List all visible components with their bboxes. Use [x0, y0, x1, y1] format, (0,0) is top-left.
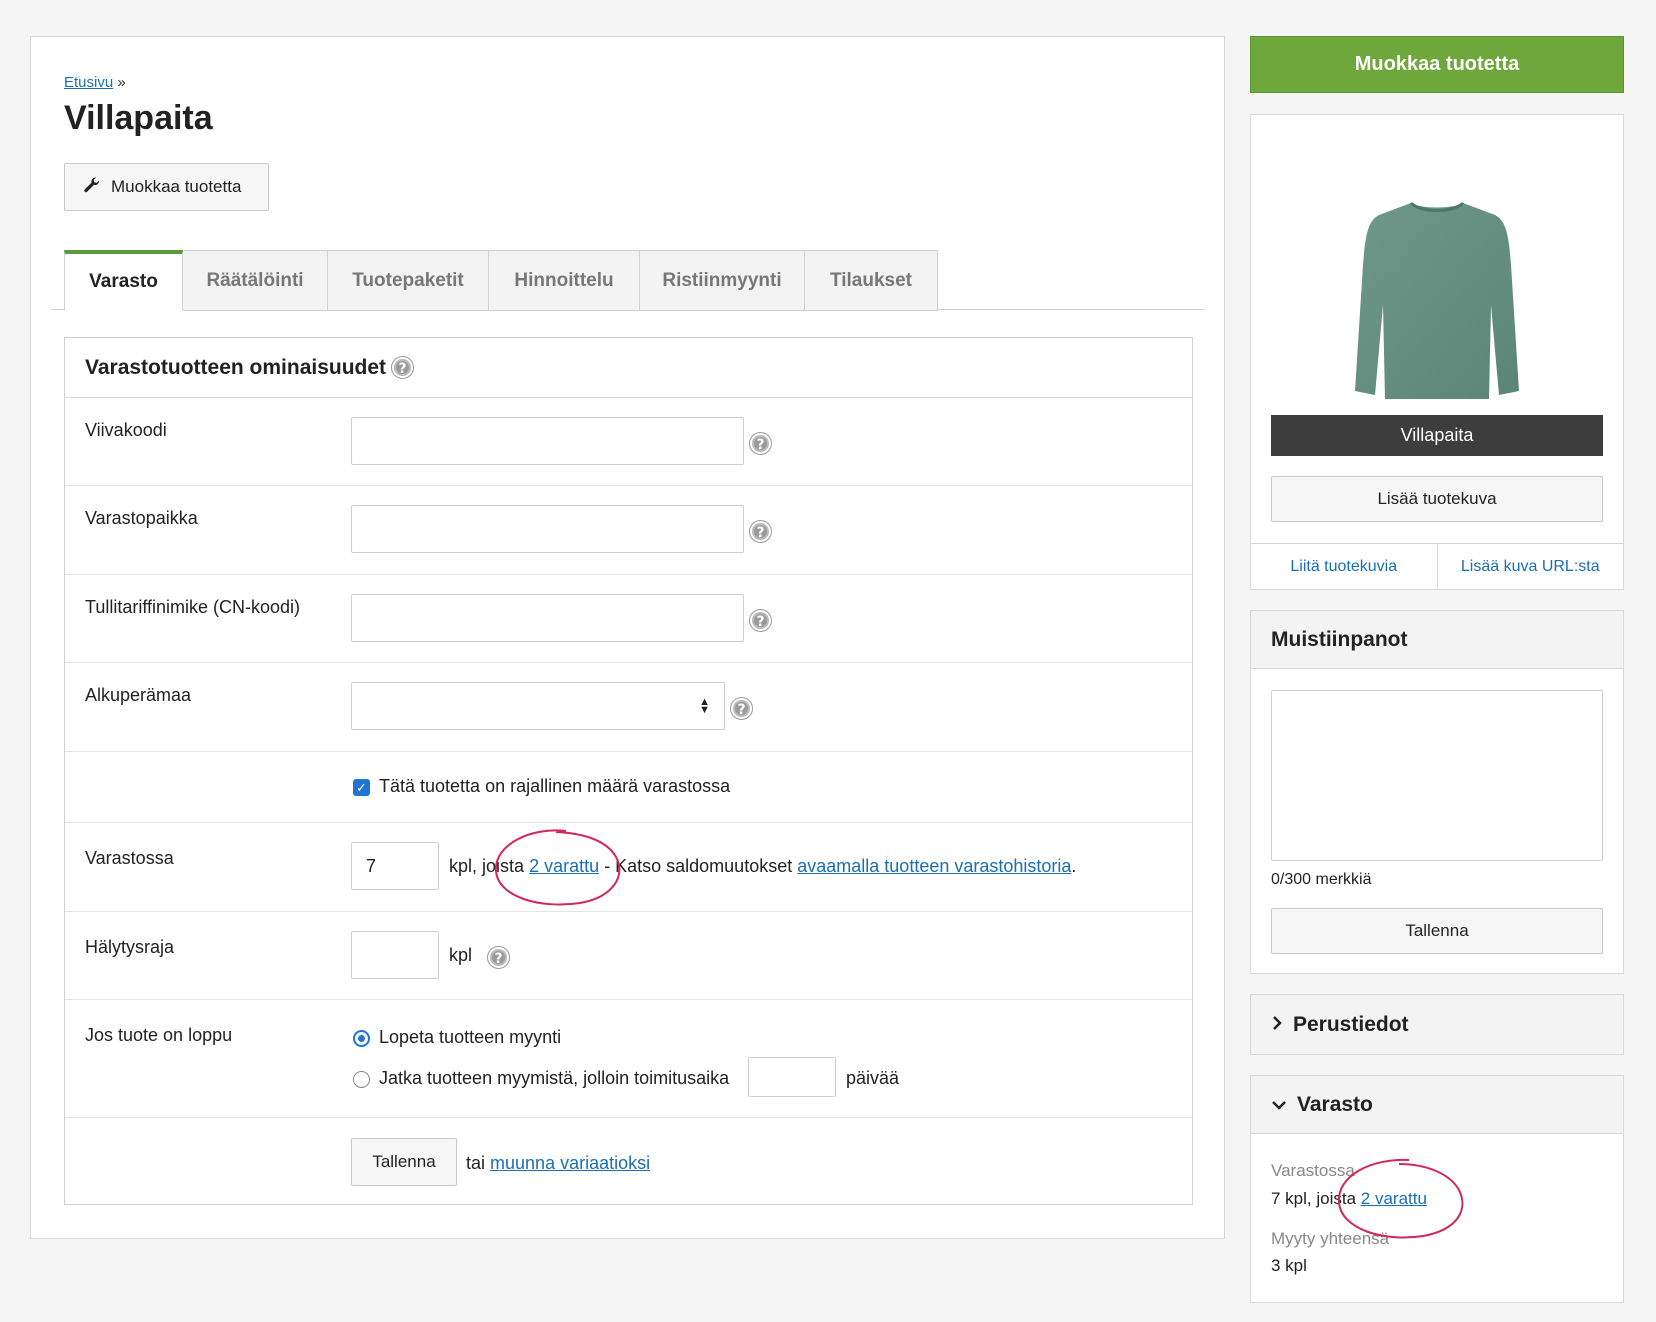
- row-limited-stock: ✓ Tätä tuotetta on rajallinen määrä vara…: [65, 752, 1192, 823]
- section-header: Varastotuotteen ominaisuudet ?: [65, 338, 1192, 398]
- delivery-days-unit: päivää: [846, 1068, 900, 1088]
- help-icon[interactable]: ?: [487, 946, 510, 969]
- help-icon[interactable]: ?: [391, 356, 415, 379]
- row-barcode: Viivakoodi ?: [65, 398, 1192, 486]
- stock-history-link[interactable]: avaamalla tuotteen varastohistoria: [797, 856, 1071, 876]
- location-label: Varastopaikka: [85, 508, 198, 528]
- attach-images-link[interactable]: Liitä tuotekuvia: [1251, 544, 1438, 590]
- tab-tilaukset[interactable]: Tilaukset: [805, 250, 938, 311]
- limited-stock-label: Tätä tuotetta on rajallinen määrä varast…: [379, 776, 731, 796]
- edit-product-primary-button[interactable]: Muokkaa tuotetta: [1250, 36, 1624, 93]
- wrench-icon: [83, 176, 101, 199]
- row-location: Varastopaikka ?: [65, 486, 1192, 575]
- edit-product-button-label: Muokkaa tuotetta: [111, 177, 242, 196]
- breadcrumb: Etusivu »: [64, 74, 126, 91]
- select-arrows-icon: ▲ ▼: [699, 696, 710, 716]
- save-button[interactable]: Tallenna: [351, 1138, 457, 1186]
- tab-ristiinmyynti[interactable]: Ristiinmyynti: [640, 250, 805, 311]
- notes-save-button[interactable]: Tallenna: [1271, 908, 1603, 954]
- help-icon[interactable]: ?: [749, 432, 772, 455]
- image-links-bar: Liitä tuotekuvia Lisää kuva URL:sta: [1251, 543, 1623, 590]
- cn-code-input[interactable]: [351, 594, 744, 642]
- row-save: Tallenna tai muunna variaatioksi: [65, 1118, 1192, 1204]
- add-image-url-link[interactable]: Lisää kuva URL:sta: [1438, 544, 1624, 590]
- alert-limit-unit: kpl: [449, 945, 473, 965]
- help-icon[interactable]: ?: [749, 520, 772, 543]
- alert-limit-input[interactable]: [351, 931, 439, 979]
- continue-selling-label: Jatka tuotteen myymistä, jolloin toimitu…: [379, 1068, 730, 1088]
- tab-varasto[interactable]: Varasto: [64, 250, 183, 311]
- out-of-stock-label: Jos tuote on loppu: [85, 1025, 233, 1045]
- notes-title: Muistiinpanot: [1271, 627, 1408, 651]
- annotation-circle: [494, 829, 621, 906]
- row-origin: Alkuperämaa ▲ ▼ ?: [65, 663, 1192, 752]
- location-input[interactable]: [351, 505, 744, 553]
- limited-stock-checkbox[interactable]: ✓: [353, 779, 370, 796]
- stop-selling-radio[interactable]: [353, 1030, 370, 1047]
- basic-info-title: Perustiedot: [1293, 1012, 1409, 1036]
- basic-info-header[interactable]: Perustiedot: [1251, 995, 1623, 1054]
- breadcrumb-separator: »: [117, 74, 126, 91]
- save-actions-text: tai muunna variaatioksi: [466, 1153, 650, 1174]
- notes-card: Muistiinpanot 0/300 merkkiä Tallenna: [1250, 610, 1624, 974]
- row-alert-limit: Hälytysraja kpl ?: [65, 912, 1192, 1000]
- sold-total-value: 3 kpl: [1271, 1256, 1307, 1275]
- help-icon[interactable]: ?: [730, 697, 753, 720]
- stock-summary-title: Varasto: [1297, 1092, 1373, 1116]
- delivery-days-input[interactable]: [748, 1057, 836, 1097]
- stock-summary-card: Varasto Varastossa 7 kpl, joista 2 varat…: [1250, 1075, 1624, 1303]
- alert-limit-label: Hälytysraja: [85, 937, 175, 957]
- notes-textarea[interactable]: [1271, 690, 1603, 861]
- product-image-card: Villapaita Lisää tuotekuva Liitä tuoteku…: [1250, 114, 1624, 590]
- tab-hinnoittelu[interactable]: Hinnoittelu: [489, 250, 640, 311]
- row-cn-code: Tullitariffinimike (CN-koodi) ?: [65, 575, 1192, 663]
- continue-selling-radio[interactable]: [353, 1071, 370, 1088]
- breadcrumb-home-link[interactable]: Etusivu: [64, 74, 113, 91]
- sweater-image: [1355, 201, 1519, 399]
- chevron-down-icon: [1271, 1093, 1287, 1117]
- row-in-stock: Varastossa 7 kpl, joista 2 varattu - Kat…: [65, 823, 1192, 912]
- notes-counter: 0/300 merkkiä: [1271, 871, 1372, 888]
- page-title: Villapaita: [64, 99, 213, 137]
- convert-to-variation-link[interactable]: muunna variaatioksi: [490, 1153, 650, 1173]
- annotation-circle: [1337, 1158, 1464, 1239]
- tab-bar: Varasto Räätälöinti Tuotepaketit Hinnoit…: [64, 250, 938, 311]
- add-product-image-button[interactable]: Lisää tuotekuva: [1271, 476, 1603, 522]
- tab-raatalointi[interactable]: Räätälöinti: [183, 250, 328, 311]
- stock-text-middle: - Katso saldomuutokset: [604, 856, 793, 876]
- chevron-right-icon: [1271, 1013, 1283, 1037]
- stop-selling-label: Lopeta tuotteen myynti: [379, 1027, 562, 1047]
- main-card: Etusivu » Villapaita Muokkaa tuotetta Va…: [30, 36, 1225, 1239]
- product-image: [1349, 195, 1525, 403]
- tab-tuotepaketit[interactable]: Tuotepaketit: [328, 250, 489, 311]
- section-title: Varastotuotteen ominaisuudet: [85, 355, 387, 379]
- stock-text-after: .: [1071, 856, 1077, 876]
- image-caption: Villapaita: [1271, 415, 1603, 456]
- stock-properties-section: Varastotuotteen ominaisuudet ? Viivakood…: [64, 337, 1193, 1205]
- cn-code-label: Tullitariffinimike (CN-koodi): [85, 597, 301, 617]
- stock-summary-header[interactable]: Varasto: [1251, 1076, 1623, 1134]
- edit-product-button[interactable]: Muokkaa tuotetta: [64, 163, 269, 211]
- row-out-of-stock: Jos tuote on loppu Lopeta tuotteen myynt…: [65, 1000, 1192, 1118]
- barcode-label: Viivakoodi: [85, 420, 167, 440]
- help-icon[interactable]: ?: [749, 609, 772, 632]
- notes-header: Muistiinpanot: [1251, 611, 1623, 669]
- origin-label: Alkuperämaa: [85, 685, 192, 705]
- in-stock-label: Varastossa: [85, 848, 174, 868]
- origin-select[interactable]: ▲ ▼: [351, 682, 725, 730]
- barcode-input[interactable]: [351, 417, 744, 465]
- stock-quantity-input[interactable]: 7: [351, 842, 439, 890]
- or-text: tai: [466, 1153, 486, 1173]
- basic-info-card[interactable]: Perustiedot: [1250, 994, 1624, 1055]
